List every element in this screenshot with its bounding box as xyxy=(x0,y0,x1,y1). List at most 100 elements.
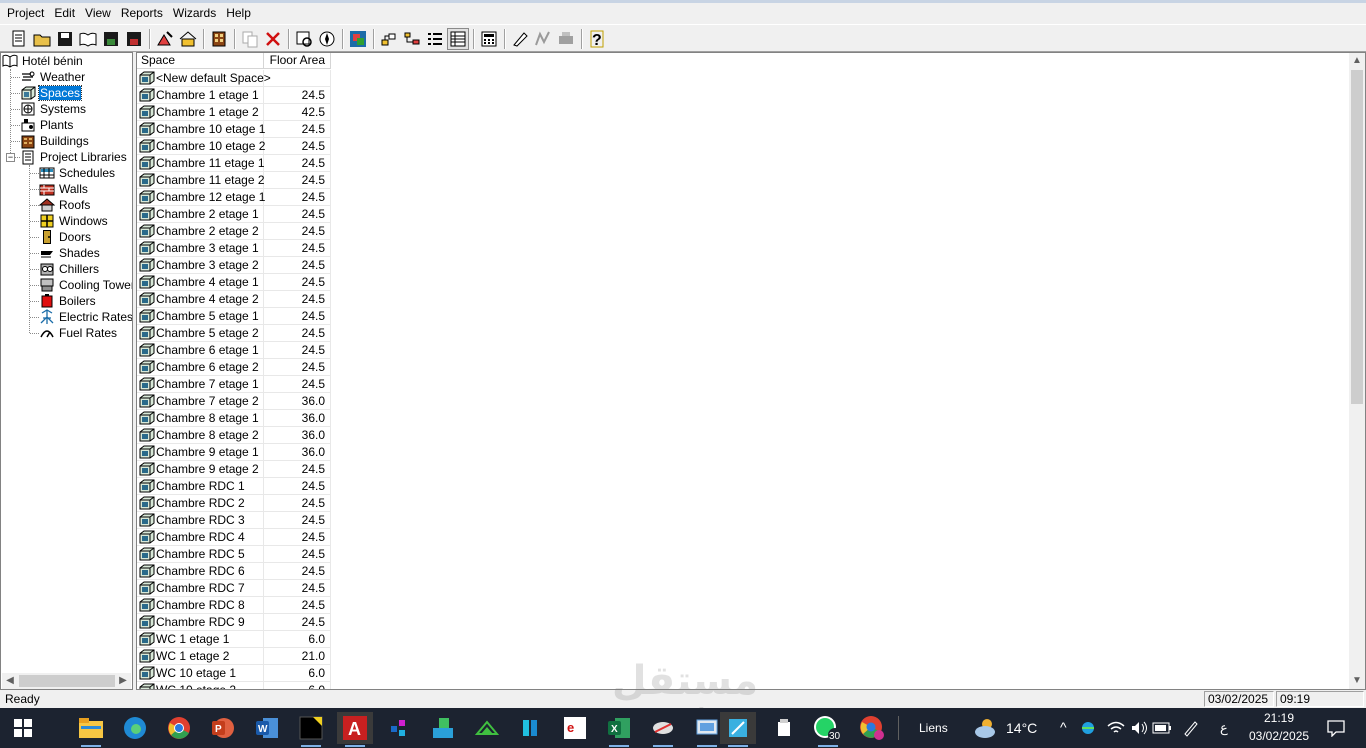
app-icon-1[interactable] xyxy=(381,712,417,744)
space-row[interactable]: Chambre 9 etage 2 24.5 xyxy=(137,461,331,478)
save-all-icon[interactable] xyxy=(123,28,145,50)
space-row[interactable]: Chambre 3 etage 2 24.5 xyxy=(137,257,331,274)
battery-icon[interactable] xyxy=(1151,712,1173,744)
scroll-down-arrow-icon[interactable]: ▼ xyxy=(1349,673,1365,689)
wifi-icon[interactable] xyxy=(1105,712,1127,744)
notifications-icon[interactable] xyxy=(1318,712,1354,744)
space-row[interactable]: Chambre 2 etage 1 24.5 xyxy=(137,206,331,223)
space-row[interactable]: Chambre 7 etage 2 36.0 xyxy=(137,393,331,410)
space-row[interactable]: Chambre 9 etage 1 36.0 xyxy=(137,444,331,461)
menu-edit[interactable]: Edit xyxy=(49,4,80,22)
autocad-icon[interactable]: A xyxy=(337,712,373,747)
details-view-icon[interactable] xyxy=(447,28,469,50)
volume-icon[interactable] xyxy=(1128,712,1150,744)
space-row[interactable]: Chambre 7 etage 1 24.5 xyxy=(137,376,331,393)
space-row[interactable]: Chambre RDC 5 24.5 xyxy=(137,546,331,563)
space-row[interactable]: Chambre 11 etage 2 24.5 xyxy=(137,172,331,189)
menu-reports[interactable]: Reports xyxy=(116,4,168,22)
windows-start-icon[interactable] xyxy=(5,712,41,744)
home-icon[interactable] xyxy=(177,28,199,50)
print-disabled-icon[interactable] xyxy=(555,28,577,50)
tree-item-walls[interactable]: Walls xyxy=(39,181,89,197)
tree-item-project-libraries[interactable]: Project Libraries xyxy=(20,149,128,165)
edit-project-icon[interactable] xyxy=(154,28,176,50)
app-icon-2[interactable] xyxy=(425,712,461,744)
space-row[interactable]: Chambre 4 etage 2 24.5 xyxy=(137,291,331,308)
weather-cloud-icon[interactable] xyxy=(968,712,1004,744)
unknown-app-icon[interactable] xyxy=(293,712,329,747)
space-row[interactable]: Chambre 6 etage 2 24.5 xyxy=(137,359,331,376)
chrome-profile-icon[interactable] xyxy=(854,712,890,744)
links-toolbar[interactable]: Liens xyxy=(919,721,948,735)
space-row[interactable]: WC 1 etage 1 6.0 xyxy=(137,631,331,648)
space-row[interactable]: <New default Space> xyxy=(137,70,331,87)
space-row[interactable]: Chambre RDC 7 24.5 xyxy=(137,580,331,597)
space-row[interactable]: WC 1 etage 2 21.0 xyxy=(137,648,331,665)
menu-view[interactable]: View xyxy=(80,4,116,22)
report-icon[interactable] xyxy=(347,28,369,50)
menu-wizards[interactable]: Wizards xyxy=(168,4,221,22)
open-book-icon[interactable] xyxy=(77,28,99,50)
chevron-up-icon[interactable]: ^ xyxy=(1060,719,1067,735)
new-file-icon[interactable] xyxy=(8,28,30,50)
excel-icon[interactable]: X xyxy=(601,712,637,747)
space-row[interactable]: Chambre 6 etage 1 24.5 xyxy=(137,342,331,359)
space-row[interactable]: Chambre 8 etage 1 36.0 xyxy=(137,410,331,427)
tree-item-weather[interactable]: Weather xyxy=(20,69,86,85)
space-row[interactable]: Chambre RDC 4 24.5 xyxy=(137,529,331,546)
building-icon[interactable] xyxy=(208,28,230,50)
tree-item-schedules[interactable]: Schedules xyxy=(39,165,116,181)
powerpoint-icon[interactable]: P xyxy=(205,712,241,744)
edit-pencil-icon[interactable] xyxy=(509,28,531,50)
space-row[interactable]: WC 10 etage 1 6.0 xyxy=(137,665,331,682)
space-row[interactable]: Chambre 10 etage 1 24.5 xyxy=(137,121,331,138)
tree-item-shades[interactable]: Shades xyxy=(39,245,101,261)
space-row[interactable]: WC 10 etage 2 6.0 xyxy=(137,682,331,689)
file-explorer-icon[interactable] xyxy=(73,712,109,747)
tree-horizontal-scrollbar[interactable]: ◀ ▶ xyxy=(2,673,131,689)
tree-view-icon[interactable] xyxy=(401,28,423,50)
tree-item-doors[interactable]: Doors xyxy=(39,229,92,245)
space-row[interactable]: Chambre 4 etage 1 24.5 xyxy=(137,274,331,291)
scroll-up-arrow-icon[interactable]: ▲ xyxy=(1349,53,1365,69)
tree-item-systems[interactable]: Systems xyxy=(20,101,87,117)
save-icon[interactable] xyxy=(54,28,76,50)
space-row[interactable]: Chambre 5 etage 1 24.5 xyxy=(137,308,331,325)
menu-project[interactable]: Project xyxy=(2,4,49,22)
tree-scroll-thumb[interactable] xyxy=(19,675,115,687)
copy-icon[interactable] xyxy=(239,28,261,50)
space-row[interactable]: Chambre 2 etage 2 24.5 xyxy=(137,223,331,240)
language-indicator[interactable]: ع xyxy=(1220,720,1228,736)
space-row[interactable]: Chambre RDC 2 24.5 xyxy=(137,495,331,512)
space-row[interactable]: Chambre RDC 1 24.5 xyxy=(137,478,331,495)
ereach-icon[interactable]: e xyxy=(557,712,593,744)
app-icon-8[interactable] xyxy=(766,712,802,744)
space-row[interactable]: Chambre 1 etage 2 42.5 xyxy=(137,104,331,121)
network-globe-icon[interactable] xyxy=(1078,712,1098,744)
space-row[interactable]: Chambre RDC 8 24.5 xyxy=(137,597,331,614)
app-icon-5[interactable] xyxy=(645,712,681,747)
collapse-libraries-toggle[interactable]: − xyxy=(6,153,15,162)
space-row[interactable]: Chambre RDC 9 24.5 xyxy=(137,614,331,631)
pen-icon[interactable] xyxy=(1180,712,1202,744)
tree-item-plants[interactable]: Plants xyxy=(20,117,74,133)
tree-item-boilers[interactable]: Boilers xyxy=(39,293,97,309)
whatsapp-icon[interactable]: 30 xyxy=(810,712,846,747)
tree-item-chillers[interactable]: Chillers xyxy=(39,261,100,277)
up-level-icon[interactable] xyxy=(378,28,400,50)
column-header-floor-area[interactable]: Floor Area xyxy=(264,53,331,69)
menu-help[interactable]: Help xyxy=(221,4,256,22)
project-tree[interactable]: Hotél bénin Weather Spaces Systems Plant… xyxy=(0,52,133,690)
app-icon-7[interactable] xyxy=(720,712,756,747)
space-row[interactable]: Chambre 3 etage 1 24.5 xyxy=(137,240,331,257)
spaces-list[interactable]: Space Floor Area <New default Space> Cham… xyxy=(136,52,1366,690)
space-row[interactable]: Chambre 8 etage 2 36.0 xyxy=(137,427,331,444)
temperature-text[interactable]: 14°C xyxy=(1006,720,1037,736)
clock-time[interactable]: 21:19 xyxy=(1264,711,1294,725)
tree-root-project[interactable]: Hotél bénin xyxy=(2,53,84,69)
help-icon[interactable]: ? xyxy=(586,28,608,50)
tree-item-roofs[interactable]: Roofs xyxy=(39,197,91,213)
tree-item-cooling-towers[interactable]: Cooling Towers xyxy=(39,277,132,293)
app-icon-4[interactable] xyxy=(513,712,549,744)
tree-item-fuel-rates[interactable]: Fuel Rates xyxy=(39,325,118,341)
